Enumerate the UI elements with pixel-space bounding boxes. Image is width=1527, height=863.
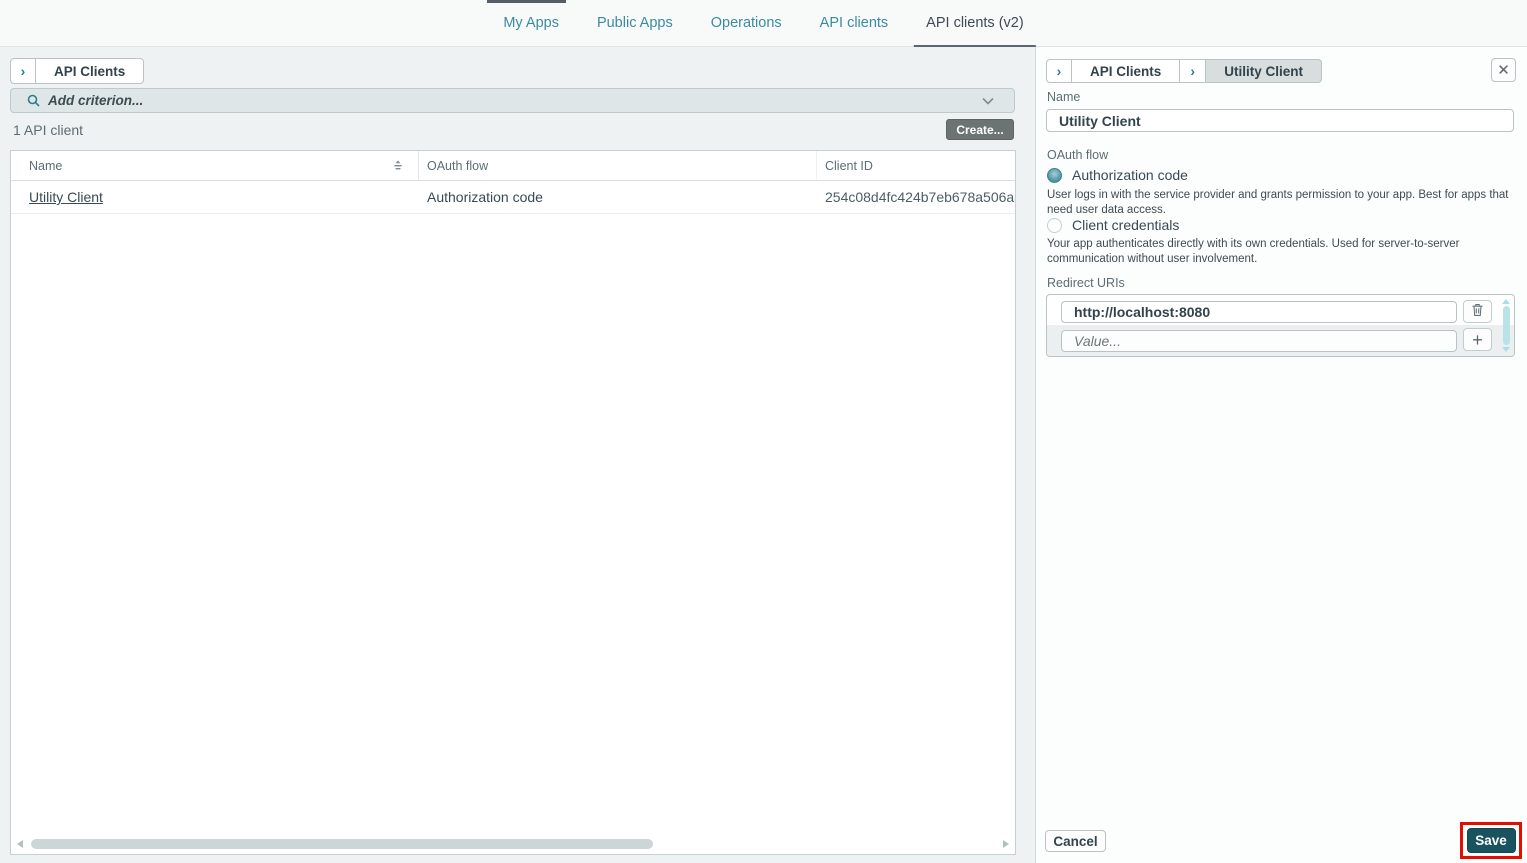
tab-api-clients-v2[interactable]: API clients (v2) [914,0,1036,47]
vertical-scrollbar-thumb[interactable] [1503,306,1510,345]
radio-authorization-code-label: Authorization code [1072,167,1188,183]
client-name-link[interactable]: Utility Client [29,189,103,205]
radio-selected-icon[interactable] [1047,168,1062,183]
column-header-oauth-flow-label: OAuth flow [427,159,488,173]
breadcrumb-expand-chevron-icon[interactable]: › [10,58,36,84]
radio-unselected-icon[interactable] [1047,218,1062,233]
sort-ascending-icon[interactable] [392,160,404,171]
scroll-up-arrow-icon[interactable] [1502,299,1510,304]
cell-name: Utility Client [11,181,419,213]
client-detail-panel: › API Clients › Utility Client ✕ Name OA… [1035,47,1527,863]
table-row[interactable]: Utility Client Authorization code 254c08… [11,181,1015,214]
delete-uri-button[interactable] [1463,300,1492,323]
save-button[interactable]: Save [1467,828,1516,853]
name-input[interactable] [1046,109,1514,132]
grid-header-row: Name OAuth flow Client ID [11,151,1015,181]
chevron-down-icon[interactable] [982,97,994,105]
create-button[interactable]: Create... [946,119,1014,140]
close-icon: ✕ [1497,61,1510,79]
search-placeholder: Add criterion... [48,93,982,108]
cell-oauth-flow: Authorization code [419,181,817,213]
plus-icon: + [1472,331,1483,349]
close-panel-button[interactable]: ✕ [1491,58,1516,82]
search-criterion-bar[interactable]: Add criterion... [10,88,1015,113]
uris-vertical-scrollbar[interactable] [1502,299,1510,352]
radio-client-credentials-label: Client credentials [1072,217,1179,233]
new-redirect-uri-input[interactable] [1061,330,1457,352]
horizontal-scrollbar-thumb[interactable] [31,839,653,849]
breadcrumb-chevron-icon[interactable]: › [1046,59,1072,83]
scroll-left-arrow-icon[interactable] [17,840,23,848]
radio-client-credentials[interactable]: Client credentials [1047,217,1179,233]
nav-tabs: My Apps Public Apps Operations API clien… [491,0,1035,47]
cell-client-id: 254c08d4fc424b7eb678a506a5e [817,181,1015,213]
api-clients-grid: Name OAuth flow Client ID Utility Client… [10,150,1016,855]
top-tab-bar: My Apps Public Apps Operations API clien… [0,0,1527,47]
breadcrumb-root-api-clients[interactable]: API Clients [36,58,144,84]
detail-breadcrumb: › API Clients › Utility Client [1046,59,1322,83]
oauth-flow-value: Authorization code [427,189,543,205]
add-uri-button[interactable]: + [1463,328,1492,351]
scroll-down-arrow-icon[interactable] [1502,347,1510,352]
column-header-oauth-flow[interactable]: OAuth flow [419,151,817,180]
client-credentials-description: Your app authenticates directly with its… [1047,237,1513,267]
radio-authorization-code[interactable]: Authorization code [1047,167,1188,183]
trash-icon [1471,303,1484,321]
result-count: 1 API client [13,122,83,138]
column-header-name-label: Name [29,159,62,173]
horizontal-scrollbar[interactable] [17,838,1009,850]
redirect-uris-list: + [1046,294,1515,357]
save-button-highlight-box: Save [1460,822,1522,859]
search-icon [27,94,40,107]
tab-api-clients[interactable]: API clients [808,0,901,47]
column-header-client-id[interactable]: Client ID [817,151,1015,180]
browser-tab-indicator [487,0,566,3]
column-header-client-id-label: Client ID [825,159,873,173]
scroll-right-arrow-icon[interactable] [1003,840,1009,848]
breadcrumb-chevron-icon-2[interactable]: › [1180,59,1206,83]
authorization-code-description: User logs in with the service provider a… [1047,188,1513,218]
client-id-value: 254c08d4fc424b7eb678a506a5e [825,189,1015,205]
cancel-button[interactable]: Cancel [1045,830,1106,852]
tab-operations[interactable]: Operations [699,0,794,47]
breadcrumb-current-utility-client[interactable]: Utility Client [1206,59,1322,83]
list-breadcrumb: › API Clients [10,58,144,84]
redirect-uris-label: Redirect URIs [1047,276,1125,290]
column-header-name[interactable]: Name [11,151,419,180]
tab-public-apps[interactable]: Public Apps [585,0,685,47]
name-field-label: Name [1047,90,1080,104]
breadcrumb-api-clients[interactable]: API Clients [1072,59,1180,83]
tab-my-apps[interactable]: My Apps [491,0,571,47]
redirect-uri-input[interactable] [1061,301,1457,323]
oauth-flow-label: OAuth flow [1047,148,1108,162]
